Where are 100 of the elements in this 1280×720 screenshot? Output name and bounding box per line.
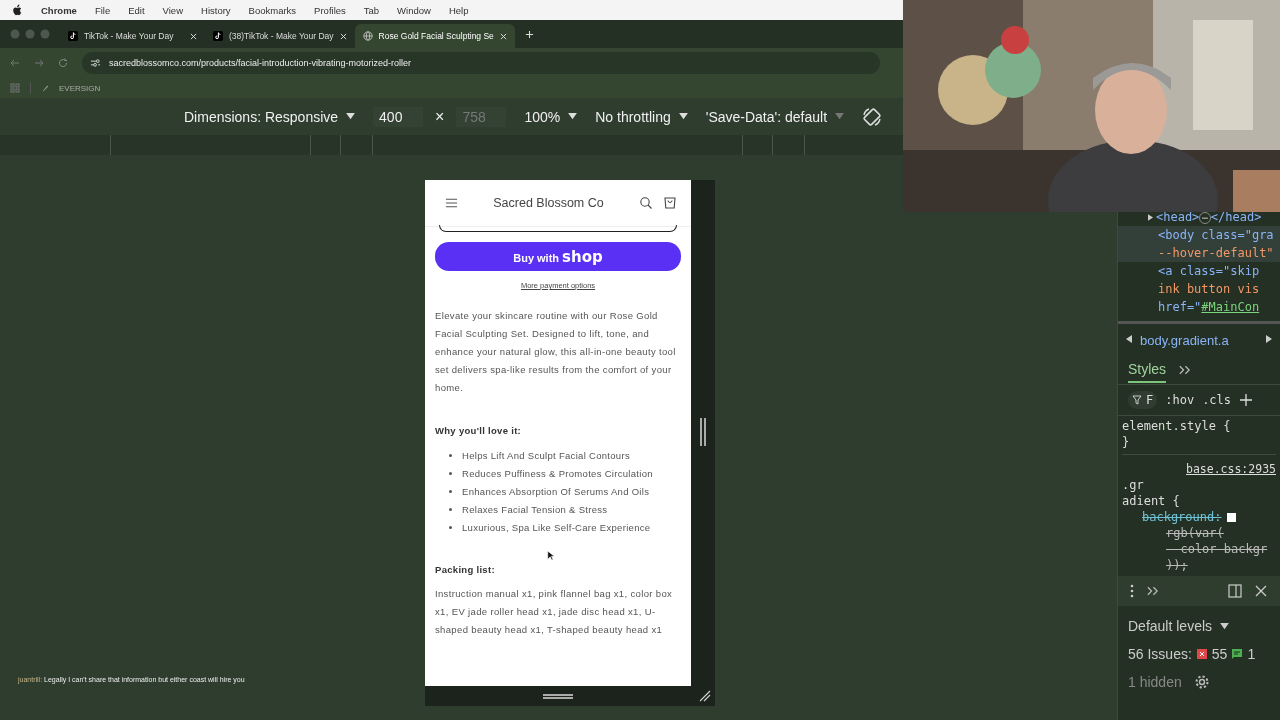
bullet-icon	[449, 525, 452, 529]
close-icon[interactable]	[499, 32, 507, 40]
packing-list-text: Instruction manual x1, pink flannel bag x1, color box x1, EV jade roller head x1, jade disc head x1, U-shaped beauty head x1, T-shaped beauty head x1	[435, 587, 674, 637]
menu-item[interactable]: File	[94, 4, 111, 16]
save-data-dropdown[interactable]: 'Save-Data': default	[705, 108, 845, 125]
zoom-dropdown[interactable]: 100%	[524, 108, 578, 125]
css-value: rgb(var(	[1165, 525, 1225, 541]
search-icon[interactable]	[639, 196, 653, 210]
resize-handle[interactable]	[543, 693, 573, 699]
css-value: ));	[1165, 557, 1189, 573]
attribute-text: --hover-default"	[1158, 246, 1274, 260]
breadcrumb[interactable]: body.gradient.a	[1140, 332, 1258, 348]
filter-text: F	[1146, 393, 1154, 407]
buy-with-shop-button[interactable]: Buy with shop	[435, 242, 681, 271]
browser-tab[interactable]: (38)TikTok - Make Your Day	[205, 24, 355, 48]
feature-item: Enhances Absorption Of Serums And Oils	[462, 485, 650, 497]
css-selector: adient {	[1122, 493, 1181, 509]
browser-tab[interactable]: Rose Gold Facial Sculpting Se	[354, 24, 515, 48]
menu-app-name[interactable]: Chrome	[41, 4, 77, 16]
settings-icon[interactable]	[1193, 674, 1210, 690]
dock-icon[interactable]	[1228, 584, 1242, 598]
issues-count[interactable]: 56 Issues:	[1128, 646, 1192, 662]
scroll-left-icon[interactable]	[1126, 335, 1132, 343]
message-icon	[1231, 648, 1244, 660]
menu-item[interactable]: Tab	[363, 4, 380, 16]
css-selector: element.style {	[1122, 418, 1232, 434]
caret-icon	[835, 113, 845, 120]
feature-item: Relaxes Facial Tension & Stress	[462, 503, 608, 515]
site-settings-icon[interactable]	[90, 58, 101, 68]
menu-item[interactable]: Profiles	[314, 4, 346, 16]
menu-item[interactable]: Help	[448, 4, 469, 16]
menu-item[interactable]: Bookmarks	[248, 4, 297, 16]
caret-icon	[678, 113, 688, 120]
feature-item: Reduces Puffiness & Promotes Circulation	[462, 467, 653, 479]
section-heading: Packing list:	[435, 564, 495, 575]
width-field[interactable]: 400	[373, 106, 424, 127]
menu-icon[interactable]	[445, 197, 458, 209]
attribute-text: ink button vis	[1158, 282, 1260, 296]
browser-tab[interactable]: TikTok - Make Your Day	[60, 24, 205, 48]
hidden-count: 1 hidden	[1128, 674, 1182, 690]
more-tabs-icon[interactable]	[1178, 365, 1192, 375]
element-node[interactable]: <a class="skip	[1158, 264, 1260, 278]
cls-toggle[interactable]: .cls	[1202, 393, 1232, 407]
filter-field[interactable]: F	[1128, 391, 1158, 409]
close-icon[interactable]	[339, 32, 347, 40]
feature-item: Luxurious, Spa Like Self-Care Experience	[462, 521, 651, 533]
resize-handle[interactable]	[700, 418, 706, 446]
more-tabs-icon[interactable]	[1146, 586, 1159, 596]
attribute-text: href="#MainCon	[1158, 300, 1260, 314]
feather-icon	[41, 84, 49, 92]
bullet-icon	[449, 507, 452, 511]
new-tab-icon[interactable]	[524, 29, 534, 39]
log-levels-dropdown[interactable]: Default levels	[1128, 618, 1270, 634]
address-bar[interactable]: sacredblossomco.com/products/facial-introduction-vibrating-motorized-roller	[82, 52, 880, 74]
source-link[interactable]: base.css:2935	[1122, 461, 1276, 477]
section-heading: Why you'll love it:	[435, 425, 522, 436]
scroll-right-icon[interactable]	[1266, 335, 1272, 343]
corner-resize-icon[interactable]	[699, 690, 711, 702]
rotate-icon[interactable]	[862, 106, 883, 127]
product-description: Elevate your skincare routine with our Rose Gold Facial Sculpting Set. Designed to lift, tone, and enhance your natural glow, this all-in-one beauty tool set delivers spa-like results from the comfort of your home.	[435, 309, 677, 395]
bullet-icon	[449, 471, 452, 475]
expand-icon[interactable]	[1148, 214, 1153, 221]
caret-icon	[568, 113, 578, 120]
dimensions-dropdown[interactable]: Dimensions: Responsive	[184, 108, 356, 125]
css-brace: }	[1122, 434, 1276, 455]
kebab-menu-icon[interactable]	[1130, 584, 1134, 598]
caret-icon	[346, 113, 356, 120]
apple-icon[interactable]	[12, 4, 23, 16]
error-count[interactable]: 55	[1211, 646, 1228, 662]
error-icon	[1195, 648, 1208, 660]
menu-item[interactable]: History	[201, 4, 231, 16]
info-count[interactable]: 1	[1247, 646, 1256, 662]
styles-tab[interactable]: Styles	[1128, 357, 1167, 383]
color-swatch[interactable]	[1227, 512, 1237, 522]
menu-item[interactable]: Edit	[128, 4, 145, 16]
note-icon	[68, 31, 78, 41]
reload-icon[interactable]	[58, 58, 68, 68]
close-icon[interactable]	[1254, 584, 1268, 598]
bookmark[interactable]: EVERSIGN	[59, 83, 101, 93]
close-icon[interactable]	[190, 32, 197, 40]
globe-icon	[362, 31, 373, 41]
store-name[interactable]: Sacred Blossom Co	[468, 196, 629, 210]
element-node[interactable]: <head>	[1156, 210, 1200, 224]
filter-icon	[1132, 395, 1142, 405]
cursor-icon	[547, 550, 555, 562]
css-selector: .gr	[1122, 477, 1145, 493]
element-node[interactable]: </head>	[1210, 210, 1262, 224]
hov-toggle[interactable]: :hov	[1165, 393, 1195, 407]
note-icon	[213, 31, 223, 41]
feature-item: Helps Lift And Sculpt Facial Contours	[462, 449, 630, 461]
css-property: background:	[1142, 509, 1222, 525]
times-sign: ×	[435, 107, 445, 126]
menu-item[interactable]: Window	[397, 4, 431, 16]
bullet-icon	[449, 453, 452, 457]
cart-icon[interactable]	[663, 196, 677, 210]
bullet-icon	[449, 489, 452, 493]
css-value: --color-backgr	[1165, 541, 1269, 557]
menu-item[interactable]: View	[162, 4, 183, 16]
add-rule-icon[interactable]	[1239, 393, 1254, 407]
throttling-dropdown[interactable]: No throttling	[595, 108, 688, 125]
